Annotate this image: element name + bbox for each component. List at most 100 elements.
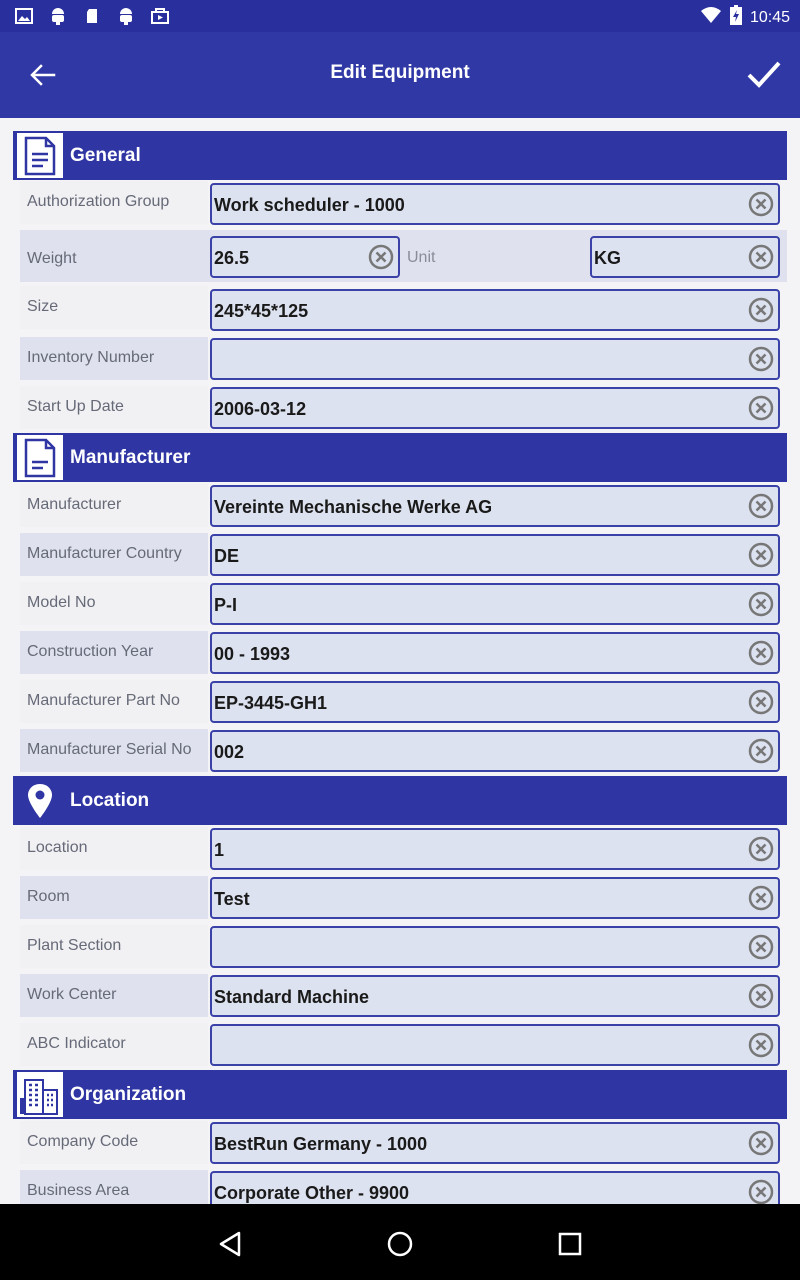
- field-label: Manufacturer Part No: [27, 692, 180, 709]
- manufacturer-part-no-field[interactable]: EP-3445-GH1: [210, 681, 780, 723]
- clear-icon[interactable]: [747, 982, 775, 1010]
- battery-charging-icon: [729, 5, 742, 30]
- field-value: 245*45*125: [214, 301, 309, 321]
- page-title: Edit Equipment: [330, 62, 470, 83]
- inventory-number-field[interactable]: [210, 338, 780, 380]
- weight-field[interactable]: 26.5: [210, 236, 400, 278]
- field-label: Size: [27, 298, 59, 315]
- clear-icon[interactable]: [747, 541, 775, 569]
- clock: 10:45: [749, 8, 790, 26]
- manufacturer-field[interactable]: Vereinte Mechanische Werke AG: [210, 485, 780, 527]
- field-label: Manufacturer Serial No: [27, 741, 192, 758]
- field-label: Weight: [27, 250, 77, 267]
- field-label: Model No: [27, 594, 96, 611]
- section-title: General: [70, 145, 141, 166]
- abc-indicator-field[interactable]: [210, 1024, 780, 1066]
- checkmark-icon: [747, 61, 781, 88]
- location-field[interactable]: 1: [210, 828, 780, 870]
- manufacturer-country-field[interactable]: DE: [210, 534, 780, 576]
- clear-icon[interactable]: [747, 835, 775, 863]
- android-debug-icon: [116, 6, 136, 26]
- clear-icon[interactable]: [747, 1031, 775, 1059]
- field-label: Start Up Date: [27, 398, 124, 415]
- field-value: EP-3445-GH1: [214, 693, 328, 713]
- clear-icon[interactable]: [367, 243, 395, 271]
- map-pin-icon: [17, 778, 63, 823]
- clear-icon[interactable]: [747, 590, 775, 618]
- clear-icon[interactable]: [747, 190, 775, 218]
- field-label: Authorization Group: [27, 193, 170, 210]
- clear-icon[interactable]: [747, 296, 775, 324]
- field-label: Manufacturer Country: [27, 545, 182, 562]
- clear-icon[interactable]: [747, 884, 775, 912]
- field-label: Construction Year: [27, 643, 154, 660]
- model-no-field[interactable]: P-I: [210, 583, 780, 625]
- work-center-field[interactable]: Standard Machine: [210, 975, 780, 1017]
- status-bar-system: 10:45: [700, 5, 790, 30]
- document-icon: [17, 133, 63, 178]
- status-bar-notifications: [14, 6, 170, 26]
- authorization-group-field[interactable]: Work scheduler - 1000: [210, 183, 780, 225]
- building-icon: [17, 1072, 63, 1117]
- field-value: Standard Machine: [214, 987, 370, 1007]
- field-value: Test: [214, 889, 250, 909]
- field-value: P-I: [214, 595, 238, 615]
- clear-icon[interactable]: [747, 394, 775, 422]
- manufacturer-serial-no-field[interactable]: 002: [210, 730, 780, 772]
- section-header-location: Location: [13, 776, 787, 825]
- clear-icon[interactable]: [747, 933, 775, 961]
- start-up-date-field[interactable]: 2006-03-12: [210, 387, 780, 429]
- clear-icon[interactable]: [747, 345, 775, 373]
- field-label: Room: [27, 888, 70, 905]
- clear-icon[interactable]: [747, 688, 775, 716]
- field-label: Location: [27, 839, 88, 856]
- clear-icon[interactable]: [747, 639, 775, 667]
- nav-back-button[interactable]: [210, 1224, 250, 1264]
- field-label: Business Area: [27, 1182, 130, 1199]
- clear-icon[interactable]: [747, 243, 775, 271]
- system-navigation-bar: [0, 1204, 800, 1280]
- room-field[interactable]: Test: [210, 877, 780, 919]
- image-icon: [14, 6, 34, 26]
- clear-icon[interactable]: [747, 492, 775, 520]
- section-header-organization: Organization: [13, 1070, 787, 1119]
- business-area-field[interactable]: Corporate Other - 9900: [210, 1171, 780, 1204]
- field-label: Manufacturer: [27, 496, 122, 513]
- plant-section-field[interactable]: [210, 926, 780, 968]
- unit-label: Unit: [407, 249, 436, 266]
- square-recents-icon: [558, 1232, 582, 1256]
- field-value: Corporate Other - 9900: [214, 1183, 410, 1203]
- circle-home-icon: [387, 1231, 413, 1257]
- field-label: Inventory Number: [27, 349, 155, 366]
- construction-year-field[interactable]: 00 - 1993: [210, 632, 780, 674]
- field-value: Vereinte Mechanische Werke AG: [214, 497, 493, 517]
- field-value: Work scheduler - 1000: [214, 195, 405, 215]
- unit-field[interactable]: KG: [590, 236, 780, 278]
- field-label: Work Center: [27, 986, 117, 1003]
- status-bar: 10:45: [0, 0, 800, 32]
- triangle-back-icon: [219, 1231, 241, 1257]
- field-value: KG: [594, 248, 621, 268]
- company-code-field[interactable]: BestRun Germany - 1000: [210, 1122, 780, 1164]
- field-value: DE: [214, 546, 240, 566]
- clear-icon[interactable]: [747, 737, 775, 765]
- field-value: 1: [214, 840, 225, 860]
- clear-icon[interactable]: [747, 1129, 775, 1157]
- field-label: Plant Section: [27, 937, 122, 954]
- field-value: 2006-03-12: [214, 399, 307, 419]
- clear-icon[interactable]: [747, 1178, 775, 1204]
- equipment-form[interactable]: General Authorization Group Work schedul…: [0, 118, 800, 1204]
- save-button[interactable]: [742, 52, 786, 96]
- field-label: Company Code: [27, 1133, 139, 1150]
- sd-card-icon: [82, 6, 102, 26]
- nav-home-button[interactable]: [380, 1224, 420, 1264]
- field-value: 00 - 1993: [214, 644, 291, 664]
- document-icon: [17, 435, 63, 480]
- wifi-icon: [700, 6, 722, 29]
- field-value: 002: [214, 742, 245, 762]
- size-field[interactable]: 245*45*125: [210, 289, 780, 331]
- nav-recents-button[interactable]: [550, 1224, 590, 1264]
- app-bar: Edit Equipment: [0, 32, 800, 118]
- field-label: ABC Indicator: [27, 1035, 126, 1052]
- store-icon: [150, 6, 170, 26]
